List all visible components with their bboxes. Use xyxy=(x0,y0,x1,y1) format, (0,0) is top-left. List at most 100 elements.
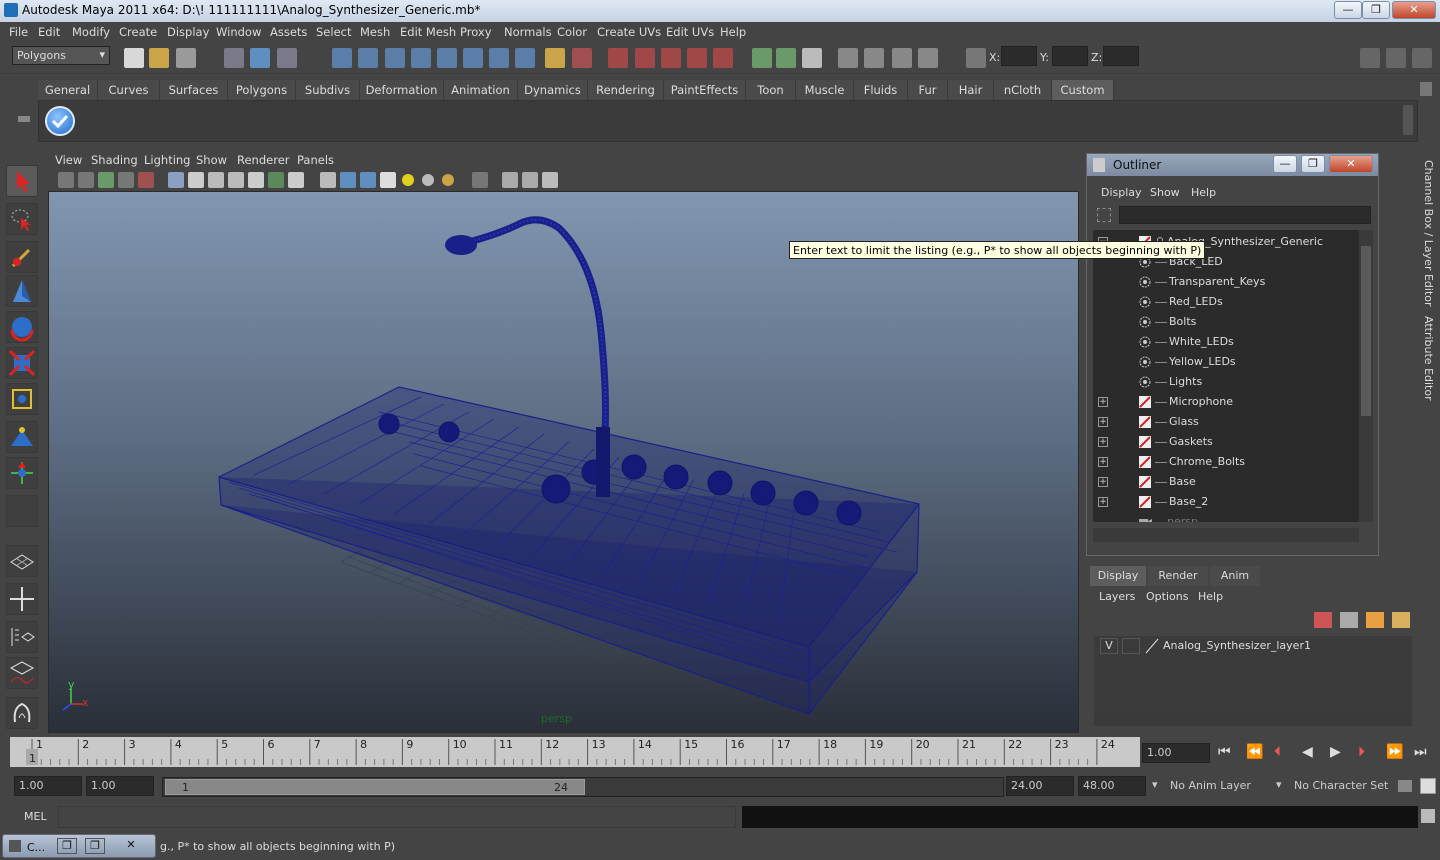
select-camera-icon[interactable] xyxy=(58,172,74,188)
render-region-icon[interactable] xyxy=(838,48,858,68)
persp-outliner-layout-icon[interactable] xyxy=(6,621,38,653)
outliner-restore-button[interactable]: ❐ xyxy=(1301,155,1325,173)
outliner-menu-show[interactable]: Show xyxy=(1150,186,1180,199)
outliner-minimize-button[interactable]: — xyxy=(1273,155,1297,173)
go-to-start-icon[interactable]: ⏮ xyxy=(1218,744,1231,760)
outliner-row[interactable]: Red_LEDs xyxy=(1093,292,1359,312)
attribute-editor-tab[interactable]: Attribute Editor xyxy=(1422,316,1435,401)
layer-playback-toggle[interactable] xyxy=(1122,638,1140,654)
layer-horizontal-scrollbar[interactable] xyxy=(1094,712,1412,726)
field-chart-icon[interactable] xyxy=(248,172,264,188)
playback-end-field[interactable]: 24.00 xyxy=(1006,776,1074,796)
anim-layer-selector[interactable]: ▾ No Anim Layer xyxy=(1150,776,1286,796)
viewport-menu-lighting[interactable]: Lighting xyxy=(144,153,190,167)
outliner-list[interactable]: − Analog_Synthesizer_Generic Back_LED Tr… xyxy=(1093,230,1359,522)
outliner-row[interactable]: Lights xyxy=(1093,372,1359,392)
render-settings-icon[interactable] xyxy=(661,48,681,68)
go-to-end-icon[interactable]: ⏭ xyxy=(1414,744,1427,760)
lasso-tool-icon[interactable] xyxy=(6,203,38,235)
two-d-pan-zoom-icon[interactable] xyxy=(138,172,154,188)
snap-curve-icon[interactable] xyxy=(358,48,378,68)
snap-surface-icon[interactable] xyxy=(437,48,457,68)
shelf-scroll-icon[interactable] xyxy=(1403,105,1413,135)
gate-mask-icon[interactable] xyxy=(228,172,244,188)
channel-box-tab[interactable]: Channel Box / Layer Editor xyxy=(1422,160,1435,307)
outliner-window[interactable]: Outliner — ❐ ✕ Display Show Help − Analo… xyxy=(1086,153,1379,556)
history-icon[interactable] xyxy=(572,48,592,68)
shelf-tab-surfaces[interactable]: Surfaces xyxy=(160,80,228,100)
layer-menu-layers[interactable]: Layers xyxy=(1099,590,1135,603)
shelf-tab-dynamics[interactable]: Dynamics xyxy=(518,80,588,100)
outliner-row[interactable]: + Base_2 xyxy=(1093,492,1359,512)
menu-create-uvs[interactable]: Create UVs xyxy=(597,25,661,39)
range-slider-track[interactable]: 1 24 xyxy=(162,777,1004,797)
batch-render-icon[interactable] xyxy=(864,48,884,68)
close-window-icon[interactable]: ✕ xyxy=(121,838,141,854)
expand-toggle-icon[interactable]: + xyxy=(1098,457,1108,467)
xray-icon[interactable] xyxy=(502,172,518,188)
move-layer-up-icon[interactable] xyxy=(1314,612,1332,628)
end-time-field[interactable]: 48.00 xyxy=(1078,776,1146,796)
outliner-row[interactable]: Bolts xyxy=(1093,312,1359,332)
layer-menu-help[interactable]: Help xyxy=(1198,590,1223,603)
shelf-tab-fluids[interactable]: Fluids xyxy=(854,80,908,100)
open-scene-icon[interactable] xyxy=(149,48,169,68)
save-scene-icon[interactable] xyxy=(176,48,196,68)
menu-create[interactable]: Create xyxy=(119,25,157,39)
shelf-tab-polygons[interactable]: Polygons xyxy=(228,80,296,100)
menu-window[interactable]: Window xyxy=(216,25,261,39)
layer-tab-display[interactable]: Display xyxy=(1090,566,1146,586)
menu-mesh[interactable]: Mesh xyxy=(360,25,390,39)
expand-toggle-icon[interactable]: + xyxy=(1098,397,1108,407)
minimize-button[interactable]: — xyxy=(1334,1,1362,19)
viewport-menu-view[interactable]: View xyxy=(55,153,82,167)
close-button[interactable]: ✕ xyxy=(1392,1,1436,19)
shelf-tab-deformation[interactable]: Deformation xyxy=(360,80,444,100)
outliner-close-button[interactable]: ✕ xyxy=(1329,155,1373,173)
snap-point-icon[interactable] xyxy=(385,48,405,68)
perspective-viewport[interactable]: y x persp xyxy=(48,191,1079,733)
snap-grid-icon[interactable] xyxy=(332,48,352,68)
layer-color-icon[interactable] xyxy=(1144,638,1160,654)
layer-menu-options[interactable]: Options xyxy=(1146,590,1188,603)
outliner-row[interactable]: White_LEDs xyxy=(1093,332,1359,352)
filter-toggle-icon[interactable] xyxy=(1097,208,1111,222)
minimized-window-tab[interactable]: C... ❐ ❐ ✕ xyxy=(2,834,156,858)
restore-button[interactable]: ❐ xyxy=(1362,1,1390,19)
layer-row[interactable]: V Analog_Synthesizer_layer1 xyxy=(1094,636,1412,656)
menu-edit-uvs[interactable]: Edit UVs xyxy=(666,25,714,39)
shelf-tab-general[interactable]: General xyxy=(38,80,98,100)
y-field[interactable] xyxy=(1052,46,1088,66)
step-forward-key-icon[interactable]: ⏩ xyxy=(1386,744,1403,760)
single-perspective-layout-icon[interactable] xyxy=(6,545,38,577)
cancel-render-icon[interactable] xyxy=(892,48,912,68)
menu-edit[interactable]: Edit xyxy=(38,25,60,39)
safe-action-icon[interactable] xyxy=(268,172,284,188)
expand-toggle-icon[interactable]: + xyxy=(1098,417,1108,427)
menu-select[interactable]: Select xyxy=(316,25,351,39)
shadows-icon[interactable] xyxy=(442,174,454,186)
play-forward-icon[interactable]: ▶ xyxy=(1330,744,1341,760)
safe-title-icon[interactable] xyxy=(288,172,304,188)
input-output-icon[interactable] xyxy=(752,48,772,68)
hypershade-icon[interactable] xyxy=(687,48,707,68)
viewport-menu-show[interactable]: Show xyxy=(196,153,227,167)
four-view-layout-icon[interactable] xyxy=(6,583,38,615)
maximize-window-icon[interactable]: ❐ xyxy=(85,838,105,854)
show-manipulator-icon[interactable] xyxy=(6,457,38,489)
step-forward-frame-icon[interactable]: ⏵ xyxy=(1358,744,1365,760)
last-tool-icon[interactable] xyxy=(6,495,38,527)
select-object-icon[interactable] xyxy=(250,48,270,68)
time-slider[interactable]: 1 2 3 4 5 6 7 8 9 10 11 12 13 14 15 16 17 18 19 20 21 22 23 24 1 xyxy=(10,737,1140,767)
layer-tab-render[interactable]: Render xyxy=(1148,566,1208,586)
camera-attributes-icon[interactable] xyxy=(78,172,94,188)
outliner-filter-input[interactable] xyxy=(1119,206,1371,224)
create-layer-from-selected-icon[interactable] xyxy=(1392,612,1410,628)
shelf-tab-curves[interactable]: Curves xyxy=(98,80,160,100)
outliner-vertical-scrollbar[interactable] xyxy=(1359,230,1373,522)
new-scene-icon[interactable] xyxy=(124,48,144,68)
outliner-titlebar[interactable]: Outliner — ❐ ✕ xyxy=(1087,154,1378,176)
menu-assets[interactable]: Assets xyxy=(270,25,307,39)
manipulator-tool-icon[interactable] xyxy=(6,383,38,415)
soft-modification-icon[interactable] xyxy=(6,421,38,453)
